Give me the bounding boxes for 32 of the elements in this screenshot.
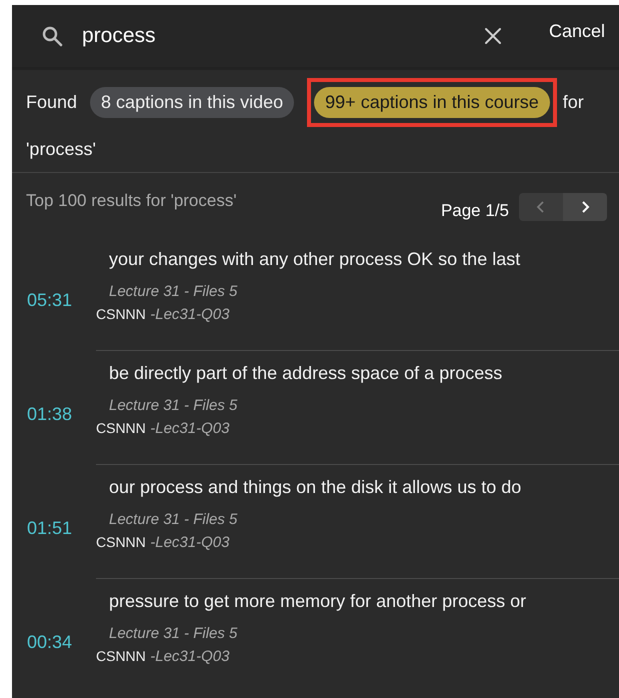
close-icon[interactable] <box>482 26 503 46</box>
caption-text[interactable]: our process and things on the disk it allows us to do <box>96 477 619 498</box>
course-name: CSNNN <box>96 534 146 550</box>
video-code: -Lec31-Q03 <box>150 534 230 551</box>
course-name: CSNNN <box>96 420 146 436</box>
filter-chip[interactable]: 99+ captions in this course <box>314 87 550 118</box>
video-code: -Lec31-Q03 <box>150 648 230 665</box>
video-code: -Lec31-Q03 <box>150 306 230 323</box>
found-label: Found <box>26 92 78 113</box>
course-name: CSNNN <box>96 648 146 664</box>
lecture-title: Lecture 31 - Files 5 <box>108 625 238 642</box>
timestamp-link[interactable]: 05:31 <box>12 237 96 351</box>
timestamp-link[interactable]: 01:38 <box>12 351 96 465</box>
lecture-title: Lecture 31 - Files 5 <box>108 397 238 414</box>
video-code: -Lec31-Q03 <box>150 420 230 437</box>
filter-chip[interactable]: 8 captions in this video <box>90 87 294 118</box>
timestamp-link[interactable]: 01:51 <box>12 465 96 579</box>
results-heading: Top 100 results for 'process' <box>26 191 237 212</box>
search-query: 'process' <box>26 139 97 160</box>
caption-text[interactable]: be directly part of the address space of a process <box>96 363 619 384</box>
course-name: CSNNN <box>96 306 146 322</box>
timestamp-link[interactable]: 00:34 <box>12 579 96 693</box>
page-indicator: Page 1/5 <box>440 201 509 221</box>
cancel-button[interactable]: Cancel <box>548 21 605 42</box>
lecture-title: Lecture 31 - Files 5 <box>108 283 238 300</box>
caption-text[interactable]: pressure to get more memory for another process or <box>96 591 619 612</box>
caption-text[interactable]: your changes with any other process OK so the last <box>96 249 619 270</box>
lecture-title: Lecture 31 - Files 5 <box>108 511 238 528</box>
search-field[interactable]: process <box>82 24 483 48</box>
for-label: for <box>562 92 584 113</box>
next-page-button[interactable] <box>563 193 607 221</box>
search-icon <box>40 24 64 48</box>
